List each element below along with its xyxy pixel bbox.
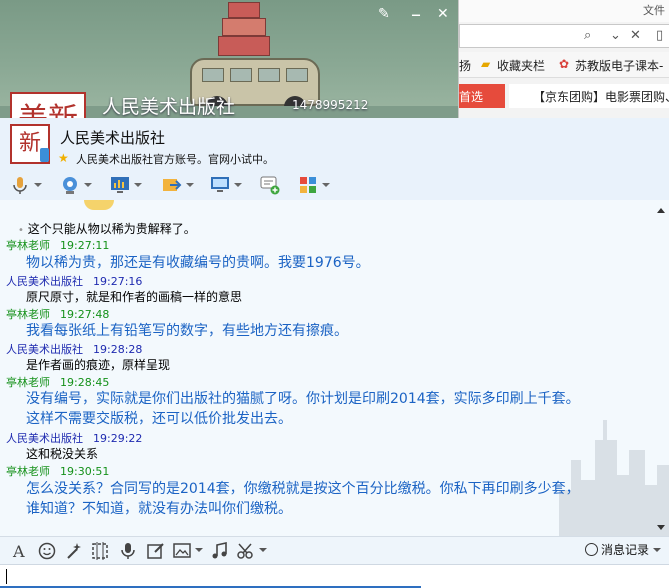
message-text: 这样不需要交版税，还可以低价批发出去。: [26, 411, 292, 427]
message-history-label: 消息记录: [600, 543, 649, 557]
contact-title[interactable]: 人民美术出版社: [60, 127, 165, 148]
camera-icon: [63, 177, 77, 194]
message-bullet-text: • 这个只能从物以稀为贵解释了。: [18, 222, 196, 236]
message-history-button[interactable]: 消息记录: [584, 541, 661, 558]
create-discussion-button[interactable]: [260, 174, 280, 196]
font-icon[interactable]: A: [10, 541, 30, 561]
star-icon: ★: [58, 151, 69, 165]
message-text: 原尺原寸，就是和作者的画稿一样的意思: [26, 290, 243, 304]
sender-name[interactable]: 亭林老师: [6, 465, 50, 478]
chevron-down-icon: [653, 547, 661, 552]
message-text: 是作者画的痕迹，原样呈现: [26, 358, 171, 372]
apps-button[interactable]: [298, 174, 330, 196]
monitor-icon: [211, 177, 229, 192]
voice-call-button[interactable]: [10, 174, 42, 196]
message-header: 亭林老师 19:30:51: [6, 463, 109, 479]
sender-name[interactable]: 人民美术出版社: [6, 275, 83, 288]
emoji-icon[interactable]: [37, 541, 57, 561]
banner-gifts-graphic: [218, 0, 270, 60]
send-file-button[interactable]: [162, 174, 194, 196]
chat-add-icon: [260, 176, 280, 195]
file-transfer-icon: [163, 179, 182, 191]
message-time: 19:29:22: [93, 432, 143, 445]
message-text: 物以稀为贵，那还是有收藏编号的贵啊。我要1976号。: [26, 255, 370, 271]
message-header: 人民美术出版社 19:29:22: [6, 430, 142, 446]
flower-icon: ✿: [559, 57, 570, 71]
message-text: 这和税没关系: [26, 447, 99, 461]
video-call-button[interactable]: [60, 174, 92, 196]
message-text: 谁知道？不知道，就没有办法叫你们缴税。: [26, 501, 292, 517]
scroll-down-icon[interactable]: [657, 525, 665, 530]
message-time: 19:30:51: [60, 465, 110, 478]
message-input[interactable]: [0, 564, 669, 588]
background-browser: 文件 ⌕ ⌄ ✕ ▯ 扬 ▰ 收藏夹栏 ✿ 苏教版电子课本- 首选 JD 【京东…: [458, 0, 669, 118]
scissors-icon[interactable]: [236, 541, 256, 561]
contact-signature: 人民美术出版社官方账号。官网小试中。: [76, 153, 274, 166]
minimize-icon[interactable]: –: [411, 2, 421, 26]
browser-tab[interactable]: 首选: [459, 84, 505, 108]
lock-icon: ▯: [656, 28, 664, 43]
banner-contact-name: 人民美术出版社: [102, 96, 236, 118]
chevron-down-icon[interactable]: ⌄: [610, 28, 621, 43]
message-header: 人民美术出版社 19:28:28: [6, 341, 142, 357]
message-time: 19:28:28: [93, 343, 143, 356]
svg-text:A: A: [12, 542, 25, 561]
favorite-item[interactable]: 收藏夹栏: [497, 57, 545, 74]
message-time: 19:27:16: [93, 275, 143, 288]
sender-name[interactable]: 人民美术出版社: [6, 432, 83, 445]
edit-icon[interactable]: [146, 541, 166, 561]
chevron-down-icon[interactable]: [259, 548, 267, 552]
magic-wand-icon[interactable]: [64, 541, 84, 561]
chat-scrollbar[interactable]: [653, 200, 669, 536]
microphone-icon[interactable]: [118, 541, 138, 561]
browser-address-bar[interactable]: ⌕ ⌄ ✕ ▯: [459, 24, 669, 48]
chat-history[interactable]: • 这个只能从物以稀为贵解释了。 亭林老师 19:27:11 物以稀为贵，那还是有…: [0, 200, 669, 536]
chevron-down-icon[interactable]: [195, 548, 203, 552]
mobile-online-icon: [40, 148, 49, 162]
apps-grid-icon: [300, 177, 316, 193]
bubble-decoration: [84, 200, 114, 210]
remote-assist-button[interactable]: [110, 174, 142, 196]
text-caret: [6, 569, 7, 584]
favorite-item[interactable]: 苏教版电子课本-: [575, 57, 663, 74]
folder-icon: ▰: [481, 57, 491, 71]
banner-contact-id: 1478995212: [292, 98, 369, 112]
input-toolbar: A: [0, 536, 669, 564]
screen-share-button[interactable]: [210, 174, 242, 196]
skin-brush-icon[interactable]: ✎: [378, 6, 390, 22]
message-header: 亭林老师 19:27:11: [6, 237, 109, 253]
sender-name[interactable]: 亭林老师: [6, 239, 50, 252]
favorite-item-prefix[interactable]: 扬: [459, 57, 471, 74]
scroll-up-icon[interactable]: [657, 208, 665, 213]
close-icon[interactable]: ✕: [630, 28, 641, 43]
image-icon[interactable]: [172, 541, 192, 561]
search-icon[interactable]: ⌕: [584, 28, 591, 43]
microphone-icon: [13, 177, 27, 194]
sender-name[interactable]: 人民美术出版社: [6, 343, 83, 356]
chart-screen-icon: [111, 177, 129, 193]
browser-tab[interactable]: 【京东团购】电影票团购、: [509, 84, 669, 108]
browser-menu-text: 文件: [643, 4, 665, 17]
clock-icon: [584, 543, 598, 556]
message-header: 人民美术出版社 19:27:16: [6, 273, 142, 289]
favorites-bar: 扬 ▰ 收藏夹栏 ✿ 苏教版电子课本-: [459, 52, 669, 78]
message-time: 19:27:11: [60, 239, 110, 252]
message-text: 没有编号，实际就是你们出版社的猫腻了呀。你计划是印刷2014套，实际多印刷上千套…: [26, 391, 580, 407]
music-icon[interactable]: [210, 541, 230, 561]
browser-tabs: 首选 JD 【京东团购】电影票团购、: [459, 84, 669, 108]
message-text: 我看每张纸上有铅笔写的数字，有些地方还有擦痕。: [26, 323, 348, 339]
screenshot-icon[interactable]: [90, 541, 110, 561]
message-text: 怎么没关系？合同写的是2014套，你缴税就是按这个百分比缴税。你私下再印刷多少套…: [26, 481, 580, 497]
close-icon[interactable]: ✕: [437, 6, 449, 22]
chat-toolbar: [0, 170, 669, 200]
